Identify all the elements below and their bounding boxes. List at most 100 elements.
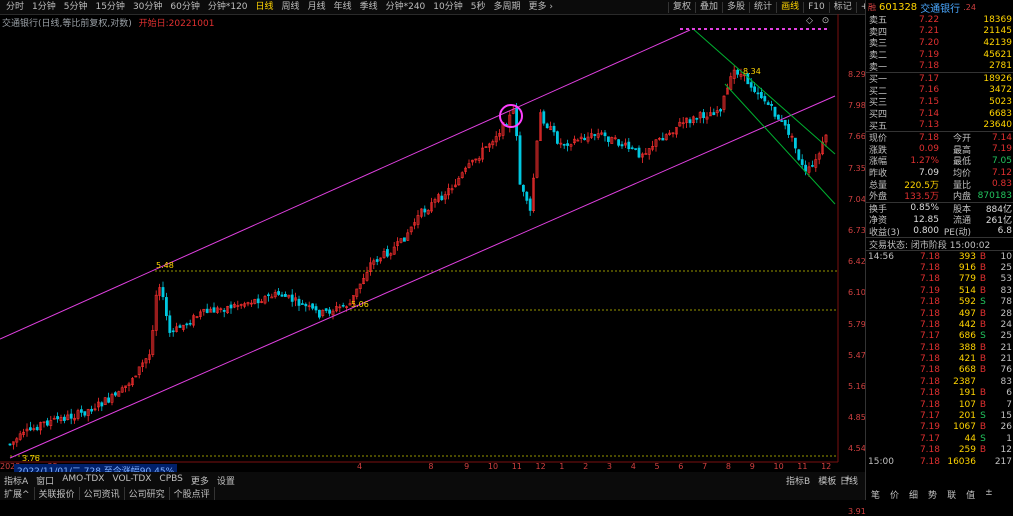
up-icon[interactable]: ◇ xyxy=(806,16,813,26)
period-tab-6[interactable]: 分钟*120 xyxy=(204,2,252,13)
tool-button-1[interactable]: 叠加 xyxy=(695,2,722,13)
indicator-tab-5[interactable]: 更多 xyxy=(187,474,213,487)
period-tab-8[interactable]: 周线 xyxy=(278,2,304,13)
tick-price: 7.17 xyxy=(919,433,940,444)
extension-tab-0[interactable]: 扩展^ xyxy=(0,487,35,500)
tool-button-4[interactable]: 画线 xyxy=(776,2,803,13)
tick-row[interactable]: 7.18 592 S 78 xyxy=(866,296,1013,307)
period-tab-13[interactable]: 10分钟 xyxy=(429,2,466,13)
tick-row[interactable]: 7.18 388 B 21 xyxy=(866,342,1013,353)
extension-tab-2[interactable]: 公司资讯 xyxy=(80,487,125,500)
tick-side: B xyxy=(979,262,987,273)
sell-price[interactable]: 7.22 xyxy=(919,15,955,25)
tick-row[interactable]: 14:56 7.18 393 B 10 xyxy=(866,251,1013,262)
panel-tab-5[interactable]: 值 xyxy=(961,488,980,501)
start-date: 开始日:20221001 xyxy=(138,19,215,29)
period-tab-12[interactable]: 分钟*240 xyxy=(382,2,430,13)
period-tab-1[interactable]: 1分钟 xyxy=(28,2,60,13)
sell-volume: 45621 xyxy=(983,49,1012,60)
period-tab-4[interactable]: 30分钟 xyxy=(129,2,166,13)
candle-body xyxy=(542,111,546,124)
period-tab-14[interactable]: 5秒 xyxy=(467,2,490,13)
extension-tab-3[interactable]: 公司研究 xyxy=(125,487,170,500)
buy-price[interactable]: 7.17 xyxy=(919,74,955,84)
tool-button-5[interactable]: F10 xyxy=(803,2,829,13)
period-tab-3[interactable]: 15分钟 xyxy=(91,2,128,13)
buy-price[interactable]: 7.16 xyxy=(919,85,955,95)
tick-row[interactable]: 7.18 779 B 53 xyxy=(866,274,1013,285)
panel-tab-2[interactable]: 细 xyxy=(904,488,923,501)
sell-price[interactable]: 7.20 xyxy=(919,38,955,48)
extension-tab-1[interactable]: 关联报价 xyxy=(35,487,80,500)
settings-icon[interactable]: ⊙ xyxy=(822,16,830,26)
x-tick-label: 11 xyxy=(511,462,522,471)
period-tab-7[interactable]: 日线 xyxy=(252,2,278,13)
tick-row[interactable]: 7.18 259 B 12 xyxy=(866,445,1013,456)
panel-tab-6[interactable]: ± xyxy=(980,488,998,500)
period-tab-2[interactable]: 5分钟 xyxy=(60,2,92,13)
tick-list[interactable]: 14:56 7.18 393 B 10 7.18 916 B 25 7.18 779 B 53 7.19 5… xyxy=(866,251,1013,467)
indicator-tab-0[interactable]: 指标A xyxy=(0,474,32,487)
tick-row[interactable]: 7.18 107 B 7 xyxy=(866,399,1013,410)
sell-volume: 42139 xyxy=(983,37,1012,48)
tick-row[interactable]: 7.18 421 B 21 xyxy=(866,353,1013,364)
tick-row[interactable]: 7.18 2387 83 xyxy=(866,376,1013,387)
panel-tab-1[interactable]: 价 xyxy=(885,488,904,501)
indicator-tab-4[interactable]: CPBS xyxy=(155,474,186,487)
indicator-tab-6[interactable]: 设置 xyxy=(213,474,239,487)
stat-row: 昨收 7.09 均价 7.12 xyxy=(866,167,1013,180)
channel-upper-line xyxy=(0,29,691,340)
tick-row[interactable]: 15:00 7.18 16036 217 xyxy=(866,456,1013,467)
candle-body xyxy=(188,322,192,325)
candle-body xyxy=(545,123,549,129)
indicator-right-tab-0[interactable]: 指标B xyxy=(782,474,814,487)
indicator-right-tab-1[interactable]: 模板 xyxy=(814,474,840,487)
panel-tabs: 笔价细势联值 ± xyxy=(866,488,1013,501)
sell-price[interactable]: 7.19 xyxy=(919,50,955,60)
sell-price[interactable]: 7.21 xyxy=(919,26,955,36)
tool-button-6[interactable]: 标记 xyxy=(828,2,856,13)
tool-button-0[interactable]: 复权 xyxy=(668,2,695,13)
indicator-tab-1[interactable]: 窗口 xyxy=(32,474,58,487)
tick-price: 7.17 xyxy=(919,411,940,422)
tick-row[interactable]: 7.19 1067 B 26 xyxy=(866,422,1013,433)
buy-price[interactable]: 7.14 xyxy=(919,109,955,119)
tick-side: S xyxy=(980,331,986,342)
tick-row[interactable]: 7.18 191 B 6 xyxy=(866,388,1013,399)
indicator-tab-3[interactable]: VOL-TDX xyxy=(108,474,155,487)
period-tab-10[interactable]: 年线 xyxy=(330,2,356,13)
stock-code: 601328 xyxy=(879,1,918,13)
kline-chart[interactable]: 5.48 5.06 3.76 8.34 交通银行(日线,等比前复权,对数) 开始日:2… xyxy=(0,14,866,516)
x-tick-label: 6 xyxy=(678,462,684,471)
extension-tab-4[interactable]: 个股点评 xyxy=(170,487,215,500)
tick-row[interactable]: 7.18 916 B 25 xyxy=(866,262,1013,273)
stock-name[interactable]: 交通银行 xyxy=(920,0,960,15)
tick-row[interactable]: 7.17 44 S 1 xyxy=(866,433,1013,444)
indicator-tab-2[interactable]: AMO-TDX xyxy=(58,474,108,487)
panel-tab-0[interactable]: 笔 xyxy=(866,488,885,501)
panel-tab-3[interactable]: 势 xyxy=(923,488,942,501)
tick-row[interactable]: 7.19 514 B 83 xyxy=(866,285,1013,296)
period-tab-5[interactable]: 60分钟 xyxy=(166,2,203,13)
tick-row[interactable]: 7.17 201 S 15 xyxy=(866,410,1013,421)
tick-row[interactable]: 7.18 497 B 28 xyxy=(866,308,1013,319)
tick-row[interactable]: 7.17 686 S 25 xyxy=(866,331,1013,342)
buy-price[interactable]: 7.15 xyxy=(919,97,955,107)
sell-price[interactable]: 7.18 xyxy=(919,61,955,71)
period-tab-0[interactable]: 分时 xyxy=(2,2,28,13)
panel-tab-4[interactable]: 联 xyxy=(942,488,961,501)
period-tab-9[interactable]: 月线 xyxy=(304,2,330,13)
candle-body xyxy=(317,309,321,318)
period-tab-16[interactable]: 更多 › xyxy=(525,2,557,13)
tick-count: 217 xyxy=(994,456,1012,467)
sell-row: 卖四 7.21 21145 xyxy=(866,26,1013,38)
tool-button-2[interactable]: 多股 xyxy=(722,2,749,13)
tool-button-3[interactable]: 统计 xyxy=(749,2,776,13)
kline-canvas[interactable]: 5.485.063.768.34 xyxy=(0,14,865,488)
tick-row[interactable]: 7.18 668 B 76 xyxy=(866,365,1013,376)
buy-price[interactable]: 7.13 xyxy=(919,120,955,130)
stat-row: 涨幅 1.27% 最低 7.05 xyxy=(866,155,1013,168)
period-tab-15[interactable]: 多周期 xyxy=(489,2,524,13)
tick-row[interactable]: 7.18 442 B 24 xyxy=(866,319,1013,330)
period-tab-11[interactable]: 季线 xyxy=(356,2,382,13)
